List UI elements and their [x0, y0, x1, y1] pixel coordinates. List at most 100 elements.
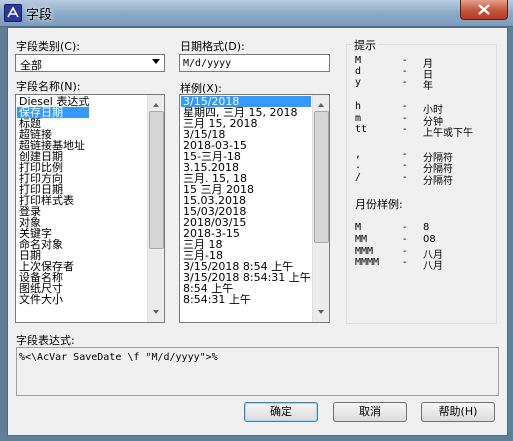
- list-item[interactable]: 3.15.2018: [181, 162, 311, 173]
- month-key: M: [355, 222, 362, 233]
- hint-dash: -: [403, 66, 407, 77]
- date-format-label: 日期格式(D):: [180, 40, 245, 53]
- scroll-down-icon[interactable]: [148, 304, 164, 320]
- list-item[interactable]: 创建日期: [17, 151, 89, 162]
- hint-desc: 上午或下午: [423, 128, 473, 139]
- list-item[interactable]: 15 三月 2018: [181, 184, 311, 195]
- hint-dash: -: [403, 113, 407, 124]
- list-item[interactable]: 登录: [17, 206, 89, 217]
- list-item[interactable]: 超链接基地址: [17, 140, 89, 151]
- scroll-down-icon[interactable]: [313, 304, 329, 320]
- hint-desc: 年: [423, 81, 433, 92]
- list-item[interactable]: 三月 15, 2018: [181, 118, 311, 129]
- scroll-thumb[interactable]: [149, 111, 164, 249]
- hint-dash: -: [403, 160, 407, 171]
- list-item[interactable]: 8:54 上午: [181, 283, 311, 294]
- expression-label: 字段表达式:: [16, 334, 75, 347]
- month-desc: 08: [423, 234, 436, 245]
- list-item[interactable]: 三月-18: [181, 250, 311, 261]
- examples-list[interactable]: 3/15/2018 星期四, 三月 15, 2018 三月 15, 2018 3/15…: [179, 94, 330, 323]
- month-key: MMMM: [355, 257, 380, 268]
- list-item[interactable]: 2018-03-15: [181, 140, 311, 151]
- hint-key: d: [355, 66, 362, 77]
- list-item[interactable]: 打印方向: [17, 173, 89, 184]
- list-item[interactable]: 打印日期: [17, 184, 89, 195]
- list-item[interactable]: 3/15/2018 8:54:31 上午: [181, 272, 311, 283]
- date-format-value: M/d/yyyy: [183, 58, 232, 69]
- category-select[interactable]: 全部: [15, 54, 165, 72]
- list-item[interactable]: Diesel 表达式: [17, 96, 89, 107]
- list-item[interactable]: 上次保存者: [17, 261, 89, 272]
- hint-key: .: [355, 160, 362, 171]
- field-names-list[interactable]: Diesel 表达式 保存日期 标题 超链接 超链接基地址 创建日期 打印比例 打印方向 打印日…: [15, 94, 165, 323]
- month-examples-title: 月份样例:: [355, 198, 403, 211]
- hint-dash: -: [403, 149, 407, 160]
- field-expression-value: %<\AcVar SaveDate \f "M/d/yyyy">%: [19, 352, 218, 363]
- list-item[interactable]: 2018-3-15: [181, 228, 311, 239]
- list-item[interactable]: 3/15/18: [181, 129, 311, 140]
- help-button[interactable]: 帮助(H): [421, 402, 495, 422]
- close-icon: [478, 4, 490, 15]
- hint-dash: -: [403, 101, 407, 112]
- month-key: MM: [355, 234, 368, 245]
- month-desc: 八月: [423, 261, 443, 272]
- field-expression-box: %<\AcVar SaveDate \f "M/d/yyyy">%: [16, 347, 499, 396]
- list-item[interactable]: 三月. 15, 18: [181, 173, 311, 184]
- list-item[interactable]: 日期: [17, 250, 89, 261]
- date-format-input[interactable]: M/d/yyyy: [179, 54, 330, 72]
- hint-key: m: [355, 113, 362, 124]
- list-item[interactable]: 超链接: [17, 129, 89, 140]
- list-item[interactable]: 3/15/2018 8:54 上午: [181, 261, 311, 272]
- list-item[interactable]: 标题: [17, 118, 89, 129]
- list-item[interactable]: 三月 18: [181, 239, 311, 250]
- window-title: 字段: [26, 8, 53, 23]
- month-key: MMM: [355, 246, 374, 257]
- list-item[interactable]: 图纸尺寸: [17, 283, 89, 294]
- month-dash: -: [403, 246, 407, 257]
- hint-key: y: [355, 77, 362, 88]
- ok-button[interactable]: 确定: [244, 402, 318, 422]
- month-dash: -: [403, 234, 407, 245]
- list-item[interactable]: 15-三月-18: [181, 151, 311, 162]
- cancel-button[interactable]: 取消: [333, 402, 407, 422]
- list-item[interactable]: 命名对象: [17, 239, 89, 250]
- list-item[interactable]: 打印比例: [17, 162, 89, 173]
- list-item[interactable]: 星期四, 三月 15, 2018: [181, 107, 311, 118]
- hints-title: 提示: [352, 37, 378, 53]
- hints-group: [346, 44, 497, 324]
- list-item[interactable]: 3/15/2018: [181, 96, 311, 107]
- title-bar[interactable]: 字段: [0, 0, 513, 27]
- hint-key: ,: [355, 149, 362, 160]
- field-list-scrollbar[interactable]: [147, 95, 164, 322]
- list-item[interactable]: 2018/03/15: [181, 217, 311, 228]
- hint-key: M: [355, 55, 362, 66]
- hint-key: /: [355, 172, 362, 183]
- month-dash: -: [403, 222, 407, 233]
- list-item[interactable]: 打印样式表: [17, 195, 89, 206]
- list-item[interactable]: 保存日期: [17, 107, 90, 118]
- field-names-label: 字段名称(N):: [16, 80, 81, 93]
- close-button[interactable]: [460, 0, 508, 20]
- list-item[interactable]: 15.03.2018: [181, 195, 311, 206]
- hint-dash: -: [403, 55, 407, 66]
- hint-dash: -: [403, 77, 407, 88]
- list-item[interactable]: 15/03/2018: [181, 206, 311, 217]
- list-item[interactable]: 关键字: [17, 228, 89, 239]
- list-item[interactable]: 8:54:31 上午: [181, 294, 311, 305]
- hint-key: tt: [355, 124, 368, 135]
- month-desc: 8: [423, 222, 430, 233]
- list-item[interactable]: 设备名称: [17, 272, 89, 283]
- autocad-icon: [4, 4, 22, 22]
- list-item[interactable]: 文件大小: [17, 294, 89, 305]
- hint-key: h: [355, 101, 362, 112]
- examples-list-scrollbar[interactable]: [312, 95, 329, 322]
- category-label: 字段类别(C):: [16, 40, 80, 53]
- category-value: 全部: [20, 59, 42, 72]
- scroll-thumb[interactable]: [314, 111, 329, 243]
- month-dash: -: [403, 257, 407, 268]
- chevron-down-icon: [152, 59, 160, 64]
- hint-dash: -: [403, 172, 407, 183]
- hint-dash: -: [403, 124, 407, 135]
- list-item[interactable]: 对象: [17, 217, 89, 228]
- hint-desc: 分隔符: [423, 176, 453, 187]
